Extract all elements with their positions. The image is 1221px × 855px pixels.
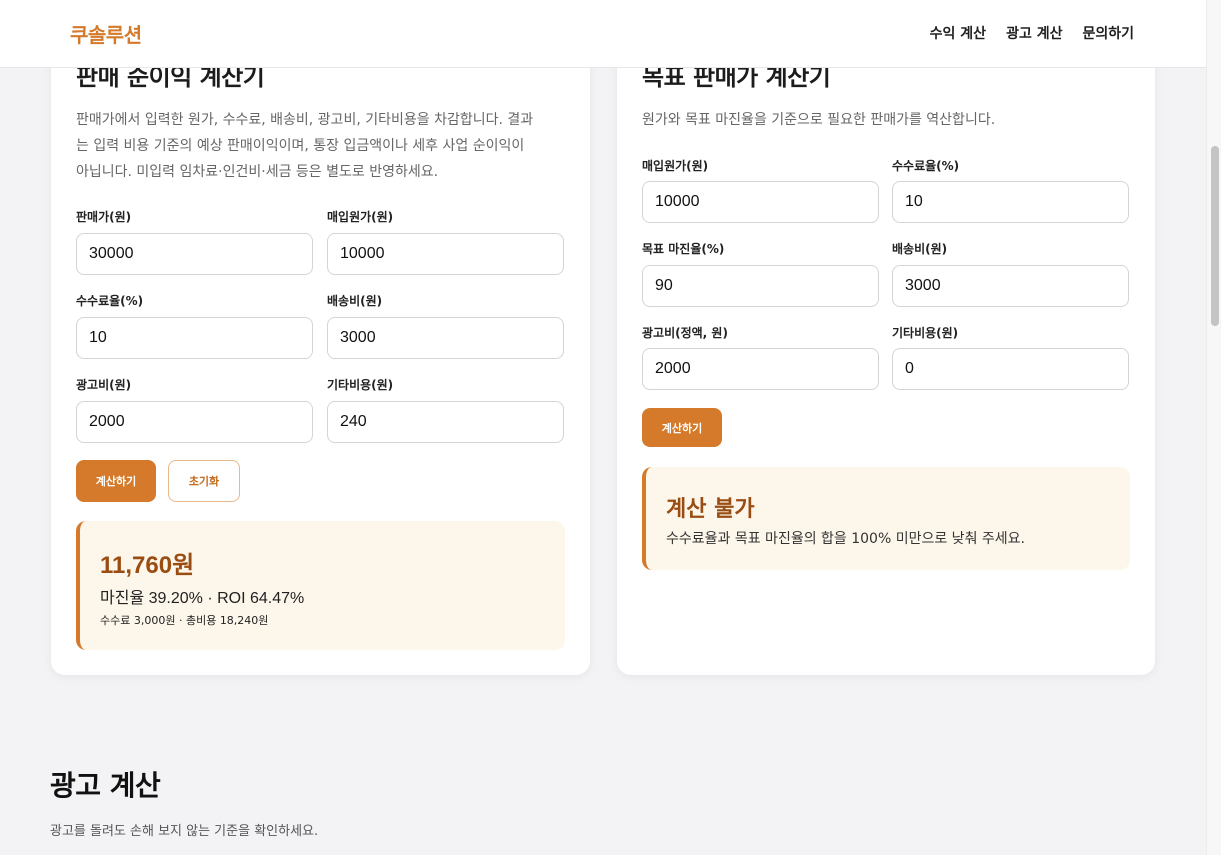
main-nav: 수익 계산 광고 계산 문의하기 — [930, 23, 1134, 43]
shipping-cost-input[interactable] — [327, 317, 564, 359]
margin-roi-text: 마진율 39.20% · ROI 64.47% — [100, 590, 305, 607]
shipping-cost-label: 배송비(원) — [327, 294, 383, 308]
error-title: 계산 불가 — [666, 497, 755, 522]
ad-cost-input[interactable] — [76, 401, 313, 443]
sale-price-input[interactable] — [76, 233, 313, 275]
reset-button[interactable]: 초기화 — [168, 460, 240, 502]
top-nav-bar: 쿠솔루션 수익 계산 광고 계산 문의하기 — [0, 0, 1206, 68]
nav-link-profit-calc[interactable]: 수익 계산 — [930, 23, 986, 43]
commission-rate-input[interactable] — [892, 181, 1129, 223]
commission-rate-input[interactable] — [76, 317, 313, 359]
target-price-calculator-card: 목표 판매가 계산기 원가와 목표 마진율을 기준으로 필요한 판매가를 역산합… — [617, 20, 1155, 675]
card-description-line-2: 는 입력 비용 기준의 예상 판매이익이며, 통장 입금액이나 세후 사업 순이… — [76, 138, 525, 154]
ad-cost-label: 광고비(정액, 원) — [642, 326, 728, 340]
card-description-line-3: 아닙니다. 미입력 임차료·인건비·세금 등은 별도로 반영하세요. — [76, 164, 439, 180]
card-description-line-1: 판매가에서 입력한 원가, 수수료, 배송비, 광고비, 기타비용을 차감합니다… — [76, 112, 534, 128]
error-message: 수수료율과 목표 마진율의 합을 100% 미만으로 낮춰 주세요. — [666, 531, 1025, 547]
other-cost-input[interactable] — [892, 348, 1129, 390]
net-profit-calculator-card: 판매 순이익 계산기 판매가에서 입력한 원가, 수수료, 배송비, 광고비, … — [51, 20, 590, 675]
purchase-cost-label: 매입원가(원) — [327, 210, 394, 224]
shipping-cost-label: 배송비(원) — [892, 242, 948, 256]
commission-rate-label: 수수료율(%) — [892, 159, 960, 173]
fee-total-cost-text: 수수료 3,000원 · 총비용 18,240원 — [100, 614, 269, 627]
sale-price-label: 판매가(원) — [76, 210, 132, 224]
calculate-button[interactable]: 계산하기 — [76, 460, 156, 502]
other-cost-input[interactable] — [327, 401, 564, 443]
purchase-cost-label: 매입원가(원) — [642, 159, 709, 173]
shipping-cost-input[interactable] — [892, 265, 1129, 307]
ad-calc-section-description: 광고를 돌려도 손해 보지 않는 기준을 확인하세요. — [50, 824, 319, 839]
scrollbar-thumb[interactable] — [1211, 146, 1219, 326]
commission-rate-label: 수수료율(%) — [76, 294, 144, 308]
ad-calc-section-title: 광고 계산 — [50, 769, 161, 802]
nav-link-ad-calc[interactable]: 광고 계산 — [1006, 23, 1062, 43]
calculate-button[interactable]: 계산하기 — [642, 408, 722, 447]
brand-logo[interactable]: 쿠솔루션 — [70, 19, 142, 48]
ad-cost-input[interactable] — [642, 348, 879, 390]
purchase-cost-input[interactable] — [327, 233, 564, 275]
error-result-box: 계산 불가 수수료율과 목표 마진율의 합을 100% 미만으로 낮춰 주세요. — [642, 467, 1130, 570]
net-profit-amount: 11,760원 — [100, 552, 195, 579]
other-cost-label: 기타비용(원) — [892, 326, 959, 340]
ad-cost-label: 광고비(원) — [76, 378, 132, 392]
page-scrollbar[interactable] — [1206, 0, 1221, 855]
card-description: 원가와 목표 마진율을 기준으로 필요한 판매가를 역산합니다. — [642, 112, 996, 128]
target-margin-label: 목표 마진율(%) — [642, 242, 725, 256]
purchase-cost-input[interactable] — [642, 181, 879, 223]
nav-link-contact[interactable]: 문의하기 — [1082, 23, 1134, 43]
other-cost-label: 기타비용(원) — [327, 378, 394, 392]
profit-result-box: 11,760원 마진율 39.20% · ROI 64.47% 수수료 3,00… — [76, 521, 565, 650]
target-margin-input[interactable] — [642, 265, 879, 307]
